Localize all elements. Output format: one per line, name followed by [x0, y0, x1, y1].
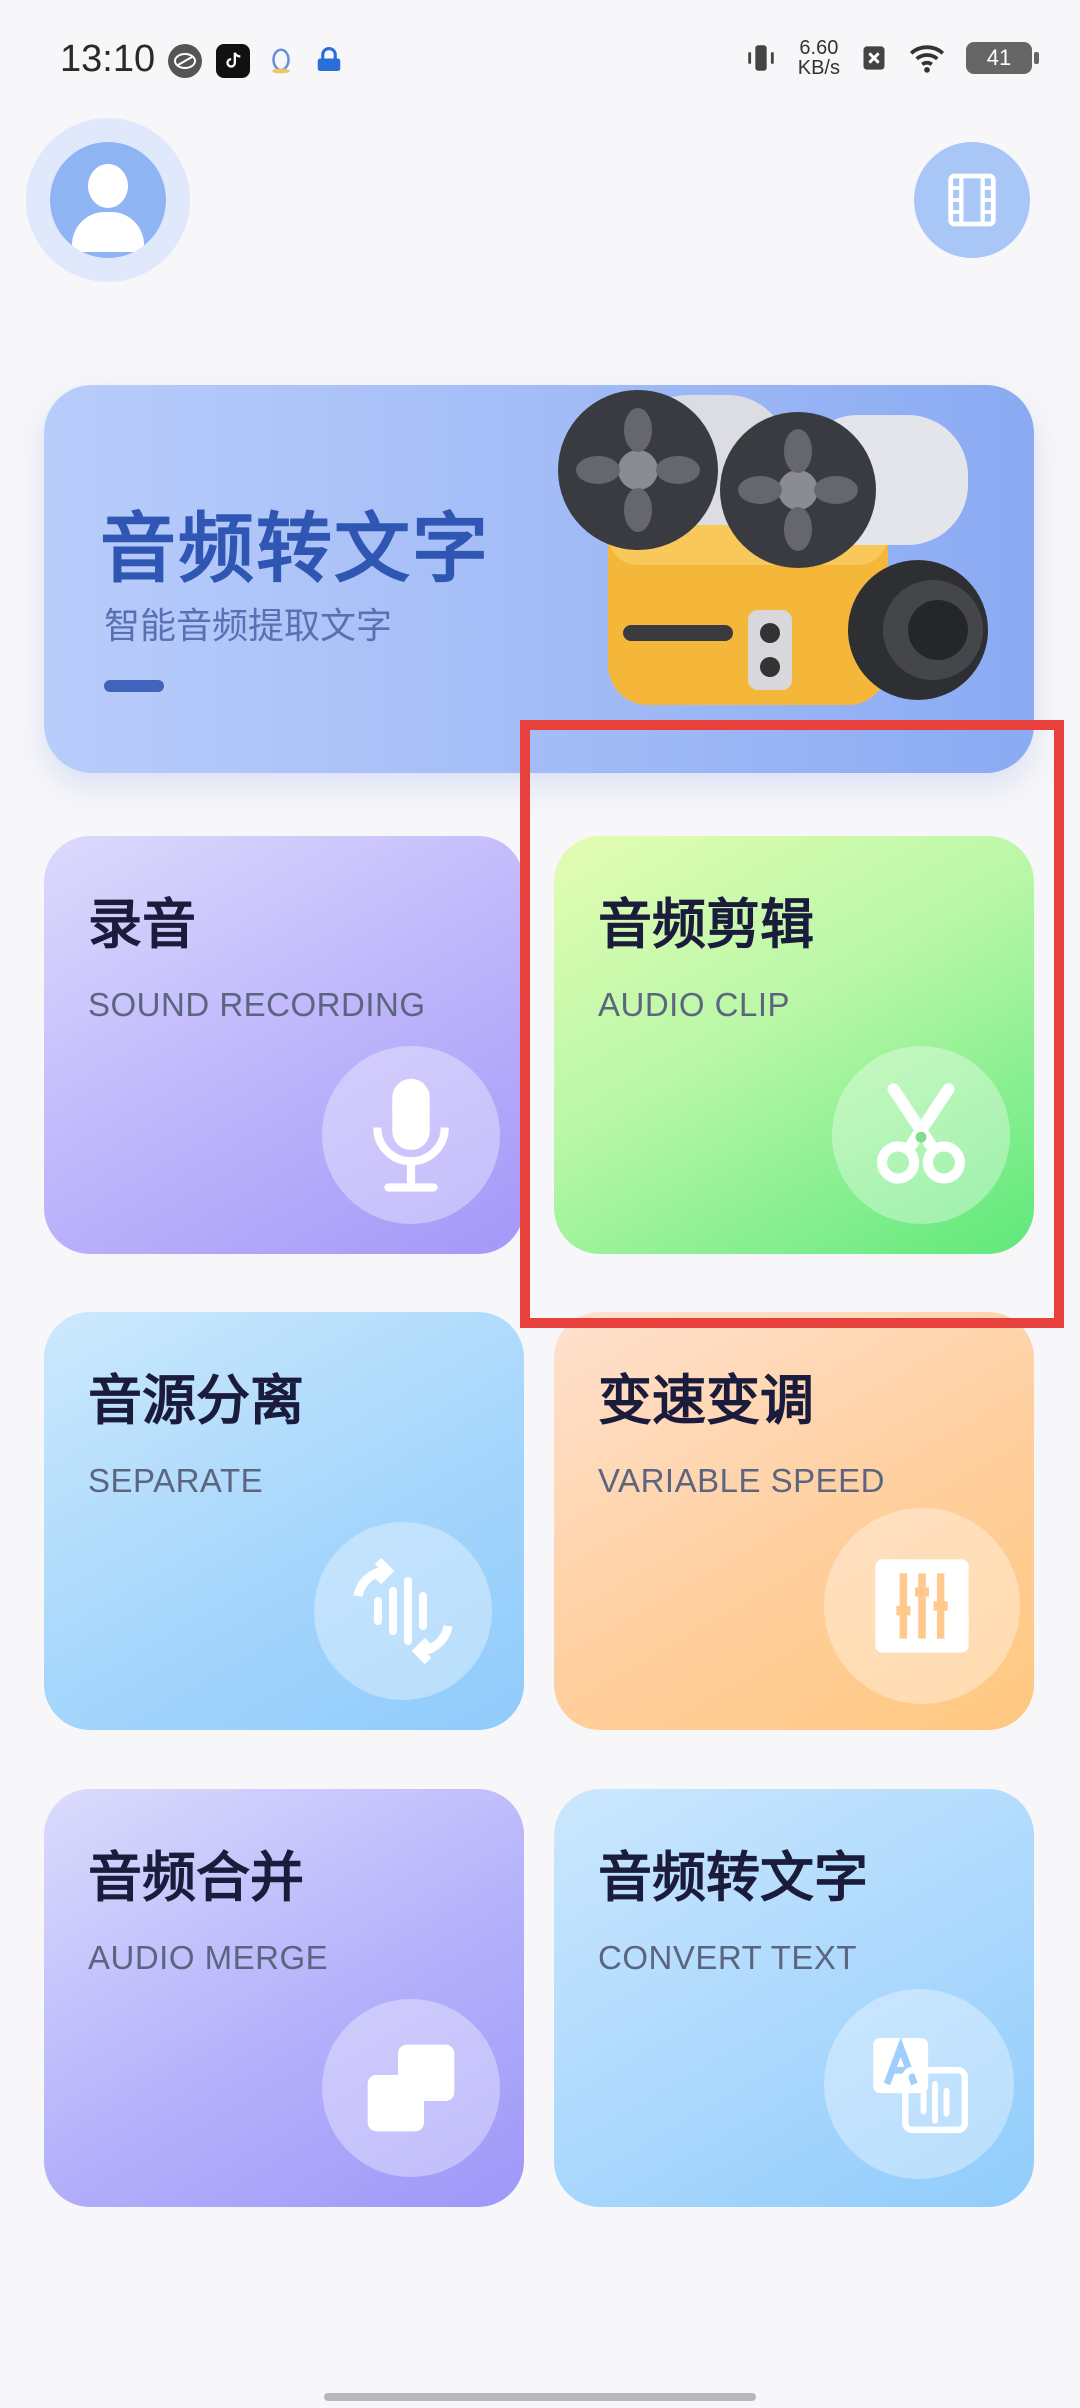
highlight-box	[520, 720, 1064, 1328]
card-subtitle: AUDIO MERGE	[88, 1939, 329, 1976]
card-subtitle: VARIABLE SPEED	[598, 1462, 886, 1499]
microphone-icon	[373, 1078, 449, 1192]
system-icons: 6.60 KB/s 41	[744, 38, 1039, 78]
profile-button[interactable]	[26, 118, 190, 282]
card-icon-circle	[322, 1999, 500, 2177]
card-title: 音源分离	[88, 1369, 304, 1432]
card-audio-merge[interactable]: 音频合并 AUDIO MERGE	[44, 1789, 524, 2207]
card-subtitle: SEPARATE	[88, 1462, 264, 1499]
wifi-icon	[909, 45, 945, 73]
tiktok-icon	[216, 44, 250, 78]
film-button[interactable]	[914, 142, 1030, 258]
hero-title: 音频转文字	[100, 504, 490, 593]
net-speed-value: 6.60	[799, 37, 839, 59]
card-subtitle: CONVERT TEXT	[598, 1939, 858, 1976]
no-sim-icon	[863, 46, 885, 70]
battery-icon: 41	[966, 42, 1039, 74]
net-speed-unit: KB/s	[797, 57, 840, 79]
speed-app-icon	[168, 44, 202, 78]
merge-icon	[367, 2044, 455, 2132]
user-icon	[50, 142, 166, 258]
hero-subtitle: 智能音频提取文字	[104, 606, 393, 647]
vibrate-icon	[748, 45, 774, 71]
film-projector-icon	[558, 390, 988, 705]
card-title: 音频转文字	[598, 1846, 868, 1909]
card-sound-recording[interactable]: 录音 SOUND RECORDING	[44, 836, 524, 1254]
card-icon-circle	[314, 1522, 492, 1700]
card-separate[interactable]: 音源分离 SEPARATE	[44, 1312, 524, 1730]
card-variable-speed[interactable]: 变速变调 VARIABLE SPEED	[554, 1312, 1034, 1730]
card-icon-circle	[322, 1046, 500, 1224]
film-icon	[948, 173, 996, 227]
notification-icons	[168, 44, 346, 78]
waveform-icon	[353, 1557, 453, 1665]
home-indicator[interactable]	[324, 2393, 756, 2401]
card-title: 变速变调	[598, 1369, 814, 1432]
card-title: 音频合并	[88, 1846, 304, 1909]
card-subtitle: SOUND RECORDING	[88, 986, 426, 1023]
status-time: 13:10	[60, 38, 156, 80]
sliders-icon	[875, 1559, 969, 1653]
qq-icon	[264, 44, 298, 78]
card-icon-circle	[824, 1508, 1020, 1704]
net-speed: 6.60 KB/s	[798, 38, 840, 78]
card-convert-text[interactable]: 音频转文字 CONVERT TEXT	[554, 1789, 1034, 2207]
card-title: 录音	[88, 893, 196, 956]
card-icon-circle	[824, 1989, 1014, 2179]
lock-app-icon	[312, 44, 346, 78]
hero-accent-bar	[104, 680, 164, 692]
status-bar: 13:10 6.60 KB/s 41	[0, 0, 1080, 130]
translate-icon	[873, 2037, 969, 2134]
